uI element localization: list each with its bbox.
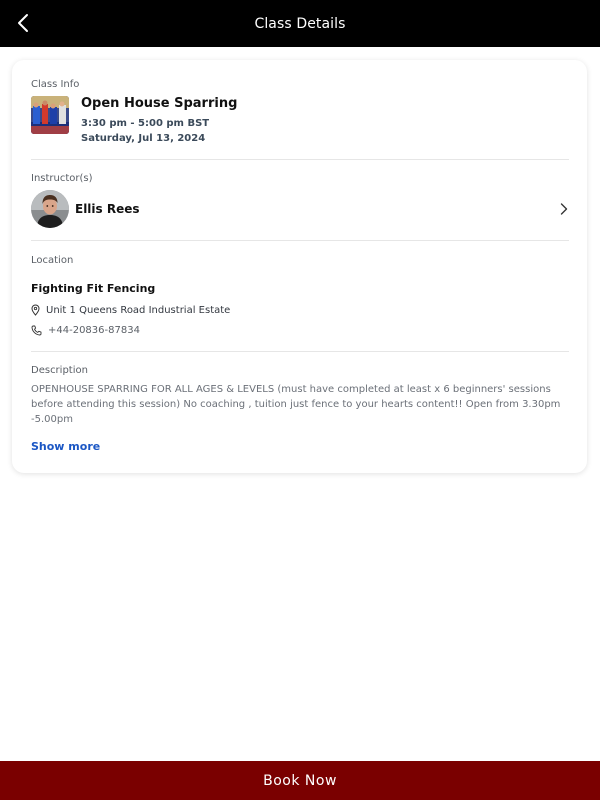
back-button[interactable] <box>8 8 38 38</box>
instructors-label: Instructor(s) <box>31 173 93 184</box>
class-title: Open House Sparring <box>81 96 238 111</box>
book-now-button[interactable]: Book Now <box>0 761 600 800</box>
location-phone[interactable]: +44-20836-87834 <box>48 325 140 336</box>
location-address: Unit 1 Queens Road Industrial Estate <box>46 304 231 316</box>
description-label: Description <box>31 365 88 376</box>
show-more-link[interactable]: Show more <box>31 440 100 453</box>
divider <box>31 351 569 352</box>
app-screen: Class Details Class Info Open House Spar… <box>0 0 600 800</box>
instructor-photo-image <box>31 190 69 228</box>
page-title: Class Details <box>254 15 346 32</box>
description-text: OPENHOUSE SPARRING FOR ALL AGES & LEVELS… <box>31 384 561 425</box>
chevron-right-icon <box>560 203 568 215</box>
class-thumbnail <box>31 96 69 134</box>
location-phone-line[interactable]: +44-20836-87834 <box>31 325 140 336</box>
location-name: Fighting Fit Fencing <box>31 282 156 295</box>
divider <box>31 159 569 160</box>
class-info-label: Class Info <box>31 79 80 90</box>
class-photo-image <box>31 96 69 134</box>
class-details-card: Class Info Open House Sparring 3:30 pm -… <box>12 60 587 473</box>
instructor-name: Ellis Rees <box>75 202 140 216</box>
class-date: Saturday, Jul 13, 2024 <box>81 133 206 144</box>
map-pin-icon <box>31 304 40 316</box>
chevron-left-icon <box>18 14 28 32</box>
instructor-row-ellis-rees[interactable]: Ellis Rees <box>31 190 571 230</box>
avatar <box>31 190 69 228</box>
class-time: 3:30 pm - 5:00 pm BST <box>81 118 210 129</box>
header-bar: Class Details <box>0 0 600 47</box>
location-label: Location <box>31 255 74 266</box>
phone-icon <box>31 325 42 336</box>
location-address-line: Unit 1 Queens Road Industrial Estate <box>31 304 230 316</box>
divider <box>31 240 569 241</box>
